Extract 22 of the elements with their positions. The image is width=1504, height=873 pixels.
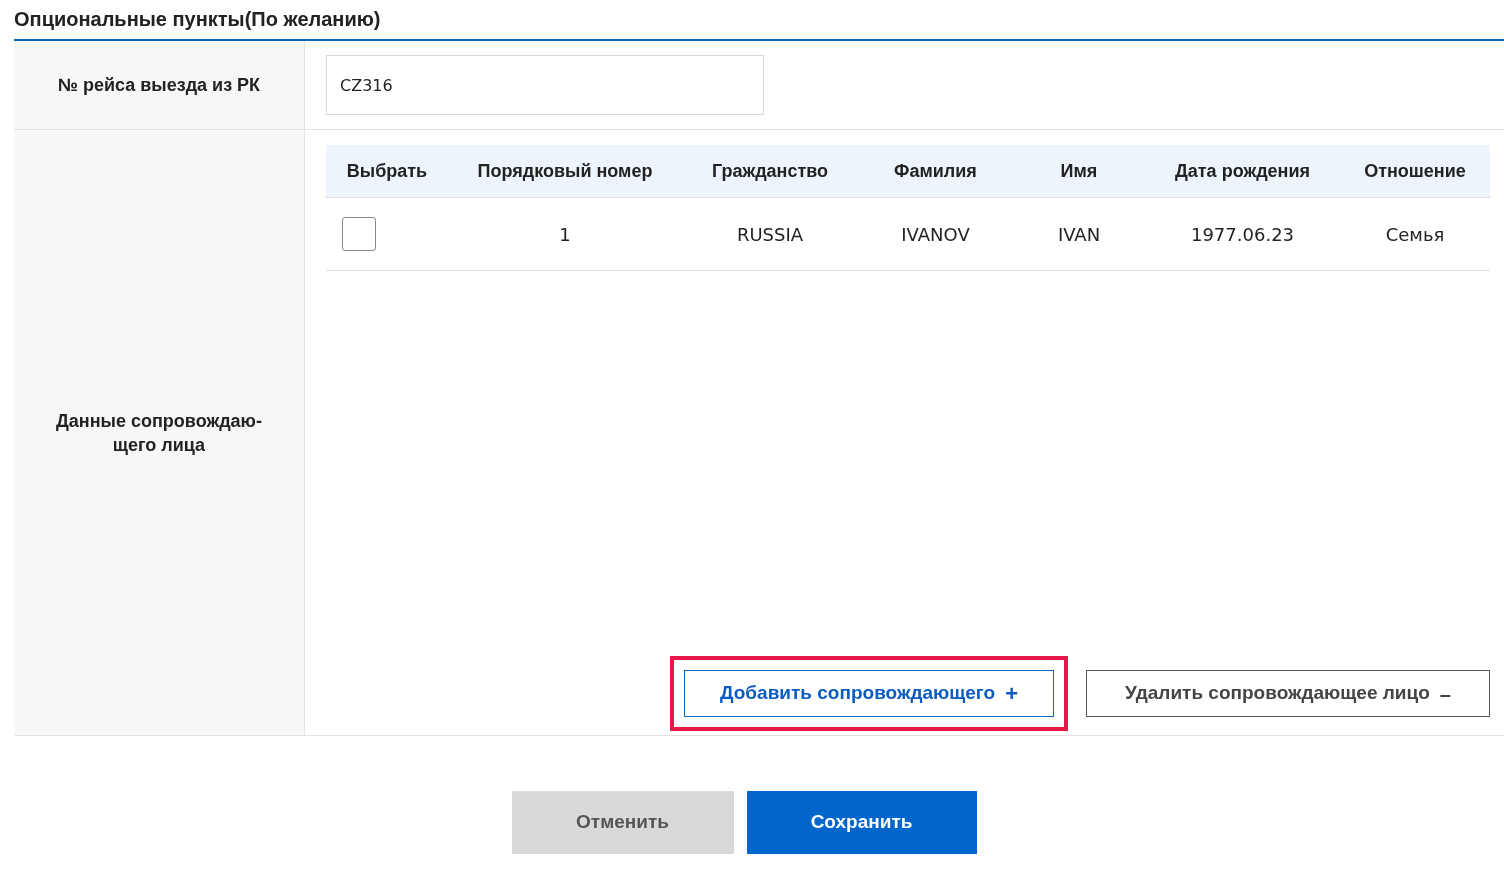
cancel-button[interactable]: Отменить [511,791,734,854]
column-header: Гражданство [711,159,829,183]
row-checkbox[interactable] [342,217,376,251]
add-companion-button[interactable]: Добавить сопровождающего + [684,670,1054,717]
table-cell-text: IVANOV [901,222,970,247]
section-title: Опциональные пункты(По желанию) [14,7,382,32]
table-cell-text: RUSSIA [736,222,804,247]
flight-number-input[interactable]: CZ316 [326,55,764,115]
column-header: Фамилия [894,159,977,183]
table-cell-text: 1977.06.23 [1190,222,1295,247]
field-label: Данные сопровождаю- щего лица [56,409,262,457]
column-header: Отношение [1364,159,1466,183]
column-header: Выбрать [346,159,428,183]
field-label: № рейса выезда из РК [14,41,305,129]
column-header: Порядковый номер [477,159,653,183]
save-button[interactable]: Сохранить [746,791,977,854]
table-cell-text: Семья [1385,222,1445,247]
column-header: Дата рождения [1174,159,1311,183]
column-header: Имя [1060,159,1098,183]
delete-companion-button[interactable]: Удалить сопровождающее лицо – [1086,670,1490,717]
table-cell-text: 1 [559,222,571,247]
table-cell-text: IVAN [1057,222,1101,247]
